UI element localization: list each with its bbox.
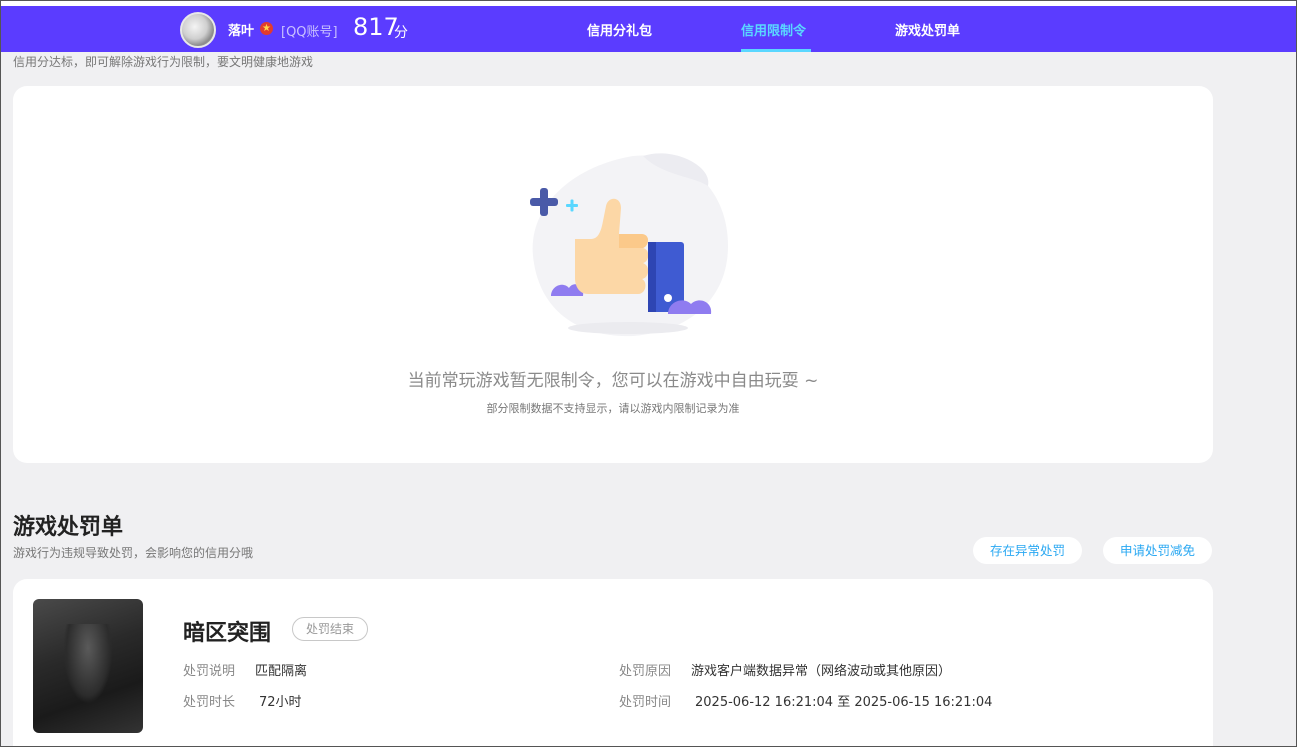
restriction-card: 当前常玩游戏暂无限制令，您可以在游戏中自由玩耍 ~ 部分限制数据不支持显示，请以…	[13, 86, 1213, 463]
account-type: [QQ账号]	[281, 25, 338, 40]
header-bar: 落叶 ★ [QQ账号] 817 分 信用分礼包 信用限制令 游戏处罚单	[1, 6, 1296, 52]
avatar[interactable]	[180, 12, 216, 48]
active-tab-indicator	[741, 49, 811, 52]
restriction-note: 信用分达标，即可解除游戏行为限制，要文明健康地游戏	[13, 55, 314, 69]
report-abnormal-penalty-button[interactable]: 存在异常处罚	[973, 537, 1082, 564]
nickname: 落叶	[228, 24, 255, 39]
score-unit: 分	[394, 25, 408, 41]
penalty-duration-value: 72小时	[259, 695, 302, 710]
credit-score: 817	[353, 13, 399, 41]
vip-badge-icon: ★	[260, 22, 273, 35]
penalty-duration-label: 处罚时长	[183, 695, 236, 710]
game-name: 暗区突围	[183, 621, 272, 646]
thumbs-up-illustration	[530, 153, 728, 337]
penalty-section-title: 游戏处罚单	[13, 515, 124, 540]
tab-credit-restriction[interactable]: 信用限制令	[741, 20, 806, 39]
penalty-reason-label: 处罚原因	[619, 664, 672, 679]
penalty-time-label: 处罚时间	[619, 695, 672, 710]
empty-state-subtitle: 部分限制数据不支持显示，请以游戏内限制记录为准	[486, 402, 740, 415]
penalty-card: 暗区突围 处罚结束 处罚说明 匹配隔离 处罚时长 72小时 处罚原因 游戏客户端…	[13, 579, 1213, 746]
tab-game-penalty[interactable]: 游戏处罚单	[895, 20, 960, 39]
empty-state-title: 当前常玩游戏暂无限制令，您可以在游戏中自由玩耍 ~	[407, 371, 819, 391]
apply-penalty-reduction-button[interactable]: 申请处罚减免	[1103, 537, 1212, 564]
tab-credit-gift[interactable]: 信用分礼包	[587, 20, 652, 39]
status-badge: 处罚结束	[292, 617, 369, 641]
app-frame: 落叶 ★ [QQ账号] 817 分 信用分礼包 信用限制令 游戏处罚单 信用分达…	[0, 0, 1297, 747]
penalty-desc-value: 匹配隔离	[255, 664, 308, 679]
penalty-section-desc: 游戏行为违规导致处罚，会影响您的信用分哦	[13, 546, 254, 560]
penalty-reason-value: 游戏客户端数据异常（网络波动或其他原因）	[691, 664, 952, 679]
game-cover-image	[33, 599, 143, 733]
penalty-time-value: 2025-06-12 16:21:04 至 2025-06-15 16:21:0…	[695, 695, 993, 710]
penalty-desc-label: 处罚说明	[183, 664, 236, 679]
